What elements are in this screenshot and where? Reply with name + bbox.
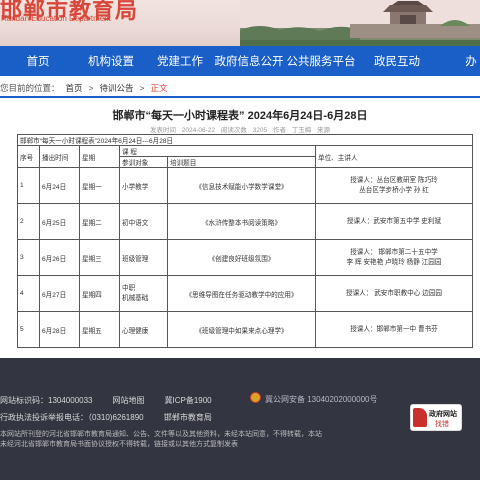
cell-audience: 班级管理 (119, 239, 168, 276)
cell-date: 6月24日 (39, 167, 80, 204)
breadcrumb-separator: > (88, 83, 94, 93)
unit-line: 李 辉 安艳艳 卢晓玲 杨静 江园园 (346, 258, 442, 266)
nav-organization[interactable]: 机构设置 (76, 53, 146, 69)
unit-line: 授课人：丛台区教研室 陈巧玲 (350, 176, 438, 184)
cell-weekday: 星期一 (79, 167, 120, 204)
police-emblem-icon (250, 392, 261, 403)
nav-public-service[interactable]: 公共服务平台 (284, 53, 358, 69)
main-nav: 首页 机构设置 党建工作 政府信息公开 公共服务平台 政民互动 办 (0, 46, 480, 76)
cell-topic: 《班级管理中如果来点心理学》 (167, 311, 316, 348)
article-meta: 发表时间 2024-06-22 阅读次数 3205 作者 丁玉梅 来源 (149, 127, 331, 134)
footer-address: 邯郸市教育局 (163, 413, 212, 422)
cell-date: 6月28日 (39, 311, 80, 348)
cell-date: 6月26日 (39, 239, 80, 276)
site-footer: 网站标识码：1304000033 网站地图 冀ICP备1900 冀公网安备 13… (0, 358, 480, 480)
cell-weekday: 星期二 (79, 203, 120, 240)
cell-seq: 5 (17, 311, 40, 348)
cell-audience: 中职 机械基础 (119, 275, 168, 312)
unit-line: 授课人：邯郸市第一中 曹书芬 (350, 325, 438, 333)
cell-weekday: 星期三 (79, 239, 120, 276)
unit-line: 授课人：武安市第五中学 史利斌 (346, 217, 442, 225)
notice-line: 未经河北省邯郸市教育局书面协议授权不得转载，链接或以其他方式复制发表 (0, 441, 238, 448)
audience-text: 中职 机械基础 (122, 284, 149, 302)
breadcrumb-section-link[interactable]: 待训公告 (100, 82, 134, 94)
complaint-phone: 行政执法投诉举报电话：（0310)6261890 (0, 413, 144, 422)
breadcrumb: 您目前的位置： 首页 > 待训公告 > 正文 (0, 80, 480, 96)
table-row: 2 6月25日 星期二 初中语文 《水浒传整本书阅读策略》 授课人：武安市第五中… (17, 203, 473, 240)
notice-line: 本网站所刊登的河北省邯郸市教育局通知、公告、文件等以及其他资料，未经本站同意，不… (0, 431, 322, 438)
divider (0, 96, 480, 98)
sitemap-link[interactable]: 网站地图 (113, 395, 145, 406)
police-record-link[interactable]: 冀公网安备 13040202000000号 (265, 394, 378, 405)
cell-seq: 4 (17, 275, 40, 312)
gov-site-error-report-button[interactable]: 政府网站 找错 (411, 405, 461, 430)
table-row: 5 6月28日 星期五 心理健康 《班级管理中如果来点心理学》 授课人：邯郸市第… (17, 311, 473, 348)
nav-gov-info[interactable]: 政府信息公开 (214, 53, 284, 69)
col-header-audience: 参训对象 (119, 156, 168, 168)
cell-seq: 2 (17, 203, 40, 240)
cell-unit: 授课人： 邯郸市第二十五中学 李 辉 安艳艳 卢晓玲 杨静 江园园 (315, 239, 473, 276)
nav-party-building[interactable]: 党建工作 (146, 53, 214, 69)
breadcrumb-current: 正文 (150, 83, 168, 93)
col-header-course: 课 程 (119, 145, 316, 157)
footer-links: 网站标识码：1304000033 网站地图 冀ICP备1900 (0, 395, 232, 406)
schedule-table: 邯郸市“每天一小时课程表”2024年6月24日---6月28日 序号 播出时间 … (17, 134, 473, 348)
col-header-seq: 序号 (17, 145, 40, 168)
copyright-notice: 本网站所刊登的河北省邯郸市教育局通知、公告、文件等以及其他资料，未经本站同意，不… (0, 430, 322, 450)
table-row: 3 6月26日 星期三 班级管理 《创建良好班级氛围》 授课人： 邯郸市第二十五… (17, 239, 473, 276)
cell-seq: 1 (17, 167, 40, 204)
site-subtitle: Handan Education Department (1, 14, 111, 23)
footer-contact: 行政执法投诉举报电话：（0310)6261890 邯郸市教育局 (0, 412, 230, 423)
site-banner: 邯郸市教育局 Handan Education Department (0, 0, 480, 46)
unit-line: 授课人： 邯郸市第二十五中学 (350, 248, 438, 256)
table-row: 1 6月24日 星期一 小学教学 《信息技术赋能小学数学课堂》 授课人：丛台区教… (17, 167, 473, 204)
nav-more[interactable]: 办 (436, 53, 480, 69)
table-caption: 邯郸市“每天一小时课程表”2024年6月24日---6月28日 (17, 134, 473, 146)
cell-weekday: 星期五 (79, 311, 120, 348)
nav-home[interactable]: 首页 (0, 53, 76, 69)
cell-unit: 授课人：武安市第五中学 史利斌 (315, 203, 473, 240)
cell-unit: 授课人： 武安市职教中心 边园园 (315, 275, 473, 312)
site-id: 网站标识码：1304000033 (0, 396, 93, 405)
cell-audience: 初中语文 (119, 203, 168, 240)
cell-unit: 授课人：邯郸市第一中 曹书芬 (315, 311, 473, 348)
col-header-unit: 单位、主讲人 (315, 145, 473, 168)
cell-unit: 授课人：丛台区教研室 陈巧玲 丛台区学步桥小学 孙 红 (315, 167, 473, 204)
cell-topic: 《思维导图在任务驱动教学中的应用》 (167, 275, 316, 312)
cell-topic: 《创建良好班级氛围》 (167, 239, 316, 276)
breadcrumb-separator: > (139, 83, 145, 93)
error-report-icon (413, 408, 427, 427)
cell-date: 6月27日 (39, 275, 80, 312)
icp-link[interactable]: 冀ICP备1900 (165, 395, 212, 406)
cell-topic: 《水浒传整本书阅读策略》 (167, 203, 316, 240)
cell-topic: 《信息技术赋能小学数学课堂》 (167, 167, 316, 204)
breadcrumb-prefix: 您目前的位置： (0, 83, 60, 93)
unit-line: 丛台区学步桥小学 孙 红 (359, 186, 429, 194)
breadcrumb-home-link[interactable]: 首页 (66, 82, 83, 94)
nav-interaction[interactable]: 政民互动 (358, 53, 436, 69)
cell-audience: 心理健康 (119, 311, 168, 348)
cell-weekday: 星期四 (79, 275, 120, 312)
error-badge-action: 找错 (435, 421, 449, 428)
error-badge-title: 政府网站 (429, 411, 457, 418)
article-title: 邯郸市“每天一小时课程表” 2024年6月24日-6月28日 (112, 110, 368, 122)
unit-line: 授课人： 武安市职教中心 边园园 (346, 289, 442, 297)
table-row: 4 6月27日 星期四 中职 机械基础 《思维导图在任务驱动教学中的应用》 授课… (17, 275, 473, 312)
cell-audience: 小学教学 (119, 167, 168, 204)
cell-date: 6月25日 (39, 203, 80, 240)
cell-seq: 3 (17, 239, 40, 276)
col-header-weekday: 星期 (79, 145, 120, 168)
city-gate-illustration (240, 0, 480, 46)
col-header-topic: 培训题目 (167, 156, 316, 168)
col-header-date: 播出时间 (39, 145, 80, 168)
